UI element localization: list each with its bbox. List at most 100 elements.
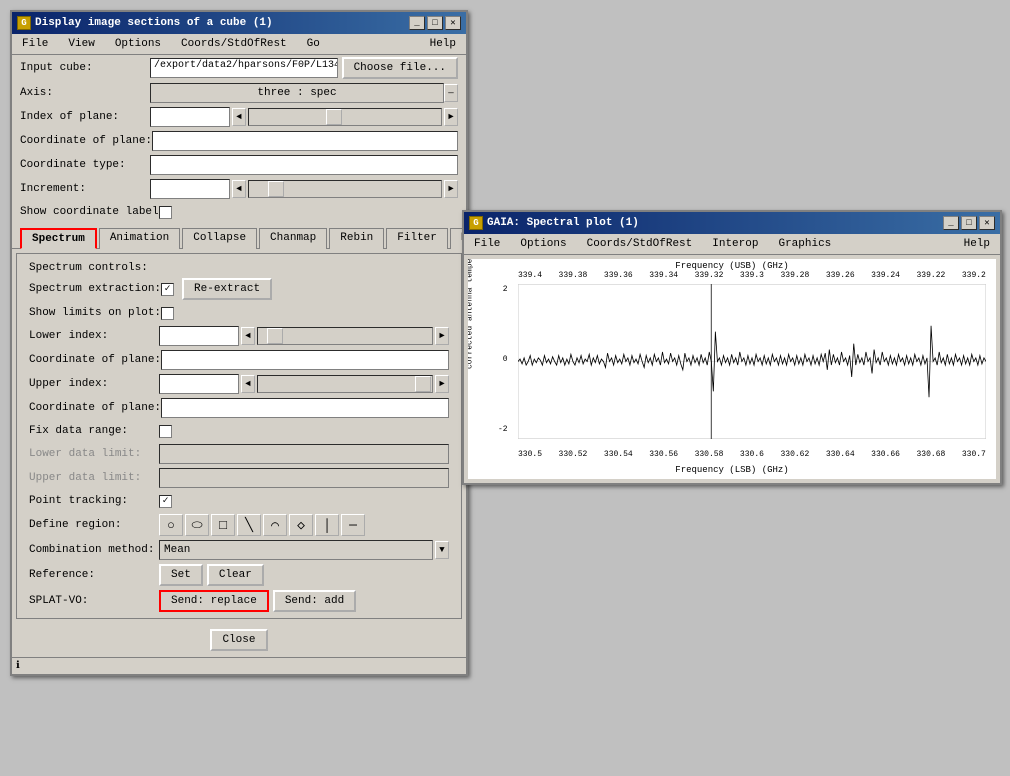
spectral-minimize-btn[interactable]: _ <box>943 216 959 230</box>
region-ellipse-btn[interactable]: ⬭ <box>185 514 209 536</box>
tab-chanmap[interactable]: Chanmap <box>259 228 327 249</box>
region-circle-btn[interactable]: ○ <box>159 514 183 536</box>
upper-index-left-arrow[interactable]: ◄ <box>241 375 255 393</box>
send-replace-button[interactable]: Send: replace <box>159 590 269 612</box>
tab-collapse[interactable]: Collapse <box>182 228 257 249</box>
coord-plane-upper-input[interactable]: 330.7045 <box>161 398 449 418</box>
tab-animation[interactable]: Animation <box>99 228 180 249</box>
lower-index-input[interactable]: -1848 <box>159 326 239 346</box>
lower-index-right-arrow[interactable]: ► <box>435 327 449 345</box>
show-limits-label: Show limits on plot: <box>29 307 161 319</box>
index-of-plane-label: Index of plane: <box>20 111 150 123</box>
coord-type-input[interactable]: Frequency (LSB) (GHz) <box>150 155 458 175</box>
region-rectangle-btn[interactable]: □ <box>211 514 235 536</box>
point-tracking-checkbox[interactable] <box>159 495 172 508</box>
spectral-menu-help[interactable]: Help <box>958 236 996 252</box>
upper-index-row: Upper index: 1731 ◄ ► <box>21 372 457 396</box>
index-plane-right-arrow[interactable]: ► <box>444 108 458 126</box>
spectral-maximize-btn[interactable]: □ <box>961 216 977 230</box>
status-icon: ℹ <box>16 661 20 672</box>
set-button[interactable]: Set <box>159 564 203 586</box>
spectral-close-btn[interactable]: ✕ <box>979 216 995 230</box>
coord-plane-upper-row: Coordinate of plane: 330.7045 <box>21 396 457 420</box>
reference-label: Reference: <box>29 569 159 581</box>
axis-collapse-arrow[interactable]: — <box>444 84 458 102</box>
spectrum-extraction-row: Spectrum extraction: Re-extract <box>21 276 457 302</box>
upper-data-limit-row: Upper data limit: <box>21 466 457 490</box>
index-of-plane-row: Index of plane: 205 ◄ ► <box>12 105 466 129</box>
lower-index-row: Lower index: -1848 ◄ ► <box>21 324 457 348</box>
show-coord-checkbox[interactable] <box>159 206 172 219</box>
coord-plane-lower-input[interactable]: 330.486 <box>161 350 449 370</box>
menu-view[interactable]: View <box>62 36 100 52</box>
increment-slider[interactable] <box>248 180 442 198</box>
spectral-menu-graphics[interactable]: Graphics <box>772 236 837 252</box>
region-line-btn[interactable]: ╲ <box>237 514 261 536</box>
main-window: G Display image sections of a cube (1) _… <box>10 10 468 676</box>
increment-input[interactable]: 1 <box>150 179 230 199</box>
spectral-menu-interop[interactable]: Interop <box>706 236 764 252</box>
input-cube-path[interactable]: /export/data2/hparsons/F0P/L1340/dat <box>150 58 338 78</box>
send-add-button[interactable]: Send: add <box>273 590 356 612</box>
tabs-container: Spectrum Animation Collapse Chanmap Rebi… <box>12 223 466 249</box>
input-cube-row: Input cube: /export/data2/hparsons/F0P/L… <box>12 55 466 81</box>
maximize-button[interactable]: □ <box>427 16 443 30</box>
region-vline-btn[interactable]: │ <box>315 514 339 536</box>
combination-method-arrow[interactable]: ▼ <box>435 541 449 559</box>
upper-data-limit-input <box>159 468 449 488</box>
menu-go[interactable]: Go <box>301 36 326 52</box>
spectrum-extraction-checkbox[interactable] <box>161 283 174 296</box>
choose-file-button[interactable]: Choose file... <box>342 57 458 79</box>
menu-coords[interactable]: Coords/StdOfRest <box>175 36 293 52</box>
menu-help[interactable]: Help <box>424 36 462 52</box>
clear-button[interactable]: Clear <box>207 564 264 586</box>
status-bar: ℹ <box>12 657 466 674</box>
point-tracking-label: Point tracking: <box>29 495 159 507</box>
menu-options[interactable]: Options <box>109 36 167 52</box>
spectrum-controls-panel: Spectrum controls: Spectrum extraction: … <box>16 253 462 619</box>
fix-data-range-row: Fix data range: <box>21 420 457 442</box>
spectral-svg-chart <box>518 284 986 439</box>
fix-data-range-checkbox[interactable] <box>159 425 172 438</box>
axis-row: Axis: three : spec — <box>12 81 466 105</box>
close-button-main[interactable]: Close <box>210 629 267 651</box>
main-title-buttons: _ □ ✕ <box>409 16 461 30</box>
y-ticks: 2 0 -2 <box>498 285 508 434</box>
splat-vo-label: SPLAT-VO: <box>29 595 159 607</box>
tab-spectrum[interactable]: Spectrum <box>20 228 97 249</box>
lower-index-left-arrow[interactable]: ◄ <box>241 327 255 345</box>
tab-rebin[interactable]: Rebin <box>329 228 384 249</box>
lower-data-limit-label: Lower data limit: <box>29 448 159 460</box>
spectral-menu-coords[interactable]: Coords/StdOfRest <box>581 236 699 252</box>
spectral-menu-file[interactable]: File <box>468 236 506 252</box>
lower-data-limit-row: Lower data limit: <box>21 442 457 466</box>
re-extract-button[interactable]: Re-extract <box>182 278 272 300</box>
increment-left-arrow[interactable]: ◄ <box>232 180 246 198</box>
menu-file[interactable]: File <box>16 36 54 52</box>
region-toolbar: ○ ⬭ □ ╲ ⌒ ◇ │ ─ <box>159 514 365 536</box>
increment-right-arrow[interactable]: ► <box>444 180 458 198</box>
region-hline-btn[interactable]: ─ <box>341 514 365 536</box>
coord-of-plane-top-input[interactable]: 330.6113 <box>152 131 458 151</box>
main-title-bar: G Display image sections of a cube (1) _… <box>12 12 466 34</box>
input-cube-label: Input cube: <box>20 62 150 74</box>
upper-index-right-arrow[interactable]: ► <box>435 375 449 393</box>
show-coord-label-row: Show coordinate label <box>12 201 466 223</box>
show-coord-label-text: Show coordinate label <box>20 206 159 218</box>
region-diamond-btn[interactable]: ◇ <box>289 514 313 536</box>
index-of-plane-input[interactable]: 205 <box>150 107 230 127</box>
index-plane-slider[interactable] <box>248 108 442 126</box>
upper-data-limit-label: Upper data limit: <box>29 472 159 484</box>
close-button[interactable]: ✕ <box>445 16 461 30</box>
splat-vo-row: SPLAT-VO: Send: replace Send: add <box>21 588 457 614</box>
combination-method-dropdown[interactable]: Mean <box>159 540 433 560</box>
spectral-menu-options[interactable]: Options <box>514 236 572 252</box>
show-limits-checkbox[interactable] <box>161 307 174 320</box>
region-polygon-btn[interactable]: ⌒ <box>263 514 287 536</box>
upper-index-input[interactable]: 1731 <box>159 374 239 394</box>
tab-filter[interactable]: Filter <box>386 228 448 249</box>
index-plane-left-arrow[interactable]: ◄ <box>232 108 246 126</box>
minimize-button[interactable]: _ <box>409 16 425 30</box>
lower-index-slider[interactable] <box>257 327 433 345</box>
upper-index-slider[interactable] <box>257 375 433 393</box>
